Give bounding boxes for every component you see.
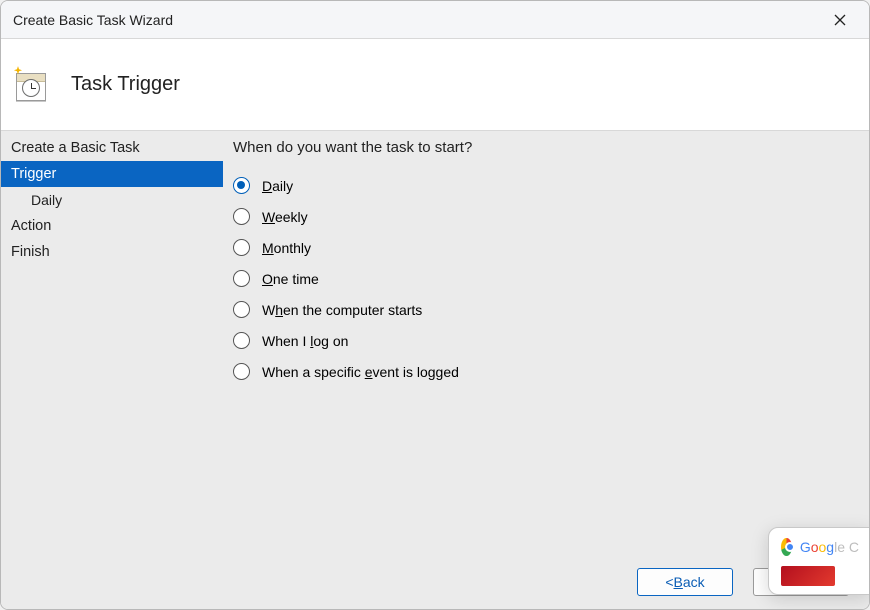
wizard-steps-sidebar: Create a Basic TaskTriggerDailyActionFin…: [1, 131, 223, 555]
trigger-option-monthly[interactable]: Monthly: [233, 232, 851, 263]
chrome-notification[interactable]: Google C: [768, 527, 870, 595]
trigger-label-logon: When I log on: [262, 333, 348, 349]
trigger-radio-weekly[interactable]: [233, 208, 250, 225]
trigger-label-monthly: Monthly: [262, 240, 311, 256]
chrome-icon: [781, 538, 792, 556]
trigger-radio-startup[interactable]: [233, 301, 250, 318]
wizard-header: Task Trigger: [1, 39, 869, 131]
trigger-radio-logon[interactable]: [233, 332, 250, 349]
trigger-option-logon[interactable]: When I log on: [233, 325, 851, 356]
sidebar-step-create-a-basic-task[interactable]: Create a Basic Task: [1, 135, 223, 161]
notification-thumbnail: [781, 566, 835, 586]
sparkle-icon: [11, 65, 25, 79]
wizard-window: Create Basic Task Wizard Task Trigger Cr…: [0, 0, 870, 610]
task-calendar-icon: [13, 67, 49, 103]
titlebar: Create Basic Task Wizard: [1, 1, 869, 39]
trigger-label-event: When a specific event is logged: [262, 364, 459, 380]
page-title: Task Trigger: [71, 73, 180, 96]
back-button[interactable]: < Back: [637, 568, 733, 596]
trigger-label-daily: Daily: [262, 178, 293, 194]
trigger-option-weekly[interactable]: Weekly: [233, 201, 851, 232]
sidebar-step-daily[interactable]: Daily: [1, 187, 223, 213]
trigger-option-event[interactable]: When a specific event is logged: [233, 356, 851, 387]
trigger-label-onetime: One time: [262, 271, 319, 287]
sidebar-step-finish[interactable]: Finish: [1, 239, 223, 265]
window-title: Create Basic Task Wizard: [13, 12, 173, 28]
trigger-option-startup[interactable]: When the computer starts: [233, 294, 851, 325]
trigger-question: When do you want the task to start?: [233, 139, 851, 156]
wizard-body: Create a Basic TaskTriggerDailyActionFin…: [1, 131, 869, 555]
trigger-radio-monthly[interactable]: [233, 239, 250, 256]
wizard-content: When do you want the task to start? Dail…: [223, 131, 869, 555]
trigger-option-daily[interactable]: Daily: [233, 170, 851, 201]
trigger-radio-group: Daily Weekly Monthly One time When the compu…: [233, 170, 851, 387]
wizard-footer: < Back Next >: [1, 555, 869, 609]
trigger-label-weekly: Weekly: [262, 209, 308, 225]
trigger-radio-daily[interactable]: [233, 177, 250, 194]
trigger-option-onetime[interactable]: One time: [233, 263, 851, 294]
trigger-label-startup: When the computer starts: [262, 302, 422, 318]
notification-app-name: Google C: [800, 539, 859, 555]
sidebar-step-trigger[interactable]: Trigger: [1, 161, 223, 187]
sidebar-step-action[interactable]: Action: [1, 213, 223, 239]
trigger-radio-event[interactable]: [233, 363, 250, 380]
trigger-radio-onetime[interactable]: [233, 270, 250, 287]
close-icon: [834, 14, 846, 26]
close-button[interactable]: [817, 4, 863, 36]
